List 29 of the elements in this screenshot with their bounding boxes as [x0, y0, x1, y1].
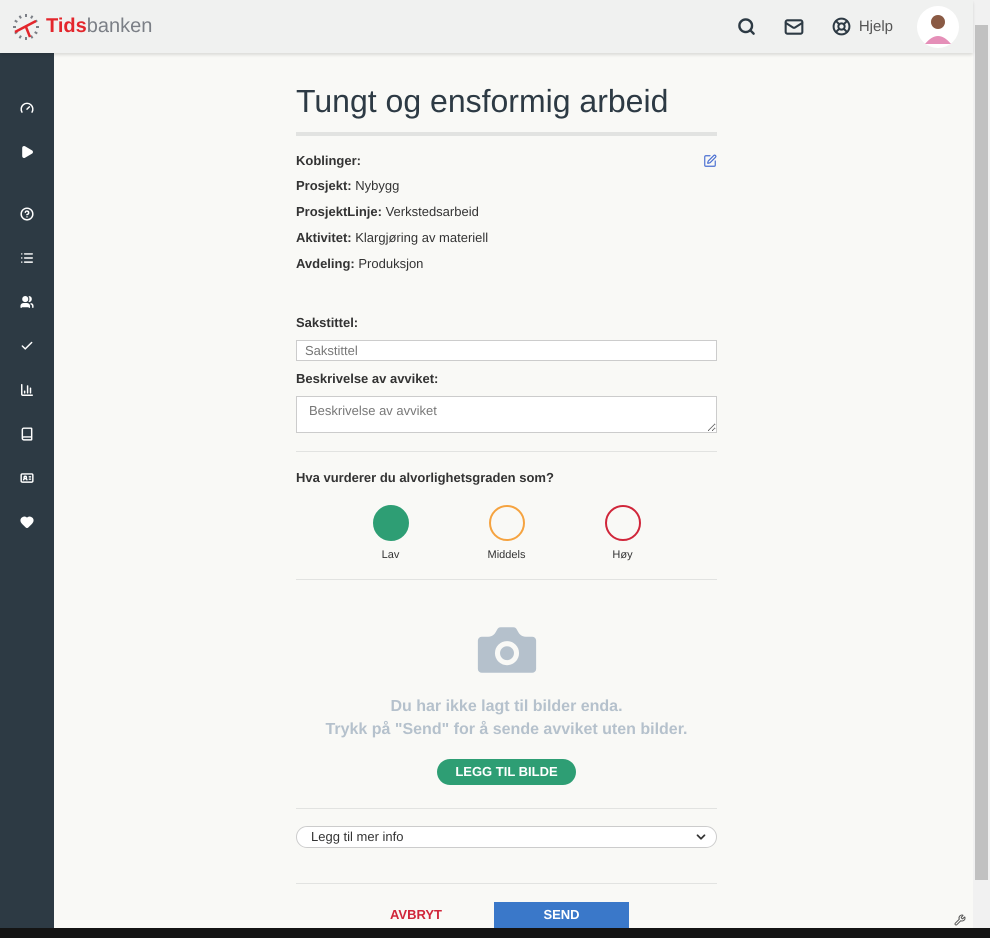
- send-button[interactable]: SEND: [494, 902, 629, 928]
- edit-icon[interactable]: [703, 154, 717, 168]
- search-button[interactable]: [736, 17, 756, 36]
- mail-button[interactable]: [784, 16, 804, 36]
- field-label: Beskrivelse av avviket:: [296, 370, 440, 386]
- link-detail: Aktivitet: Klargjøring av materiell: [296, 230, 490, 246]
- link-detail: Avdeling: Produksjon: [296, 256, 424, 272]
- severity-option[interactable]: Middels: [478, 504, 536, 561]
- avatar[interactable]: [917, 6, 959, 48]
- lifebuoy-icon: [832, 17, 851, 36]
- more-info-dropdown[interactable]: Legg til mer info: [296, 826, 717, 848]
- link-detail: ProsjektLinje: Verkstedsarbeid: [296, 204, 480, 220]
- severity-option[interactable]: Høy: [594, 504, 652, 561]
- brand-name: Tidsbanken: [46, 15, 152, 38]
- clock-logo-icon: [12, 12, 40, 40]
- empty-hint: Trykk på "Send" for å sende avviket uten bilder.: [326, 720, 688, 739]
- scrollbar[interactable]: [973, 0, 990, 928]
- help-button[interactable]: Hjelp: [832, 17, 893, 36]
- empty-message: Du har ikke lagt til bilder enda.: [390, 698, 623, 716]
- severity-question: Hva vurderer du alvorlighetsgraden som?: [296, 470, 555, 485]
- wrench-icon[interactable]: [954, 914, 966, 926]
- case-title-field[interactable]: Sakstittel: [296, 340, 717, 361]
- severity-option[interactable]: Lav: [362, 504, 420, 561]
- page-title: Tungt og ensformig arbeid: [296, 83, 717, 136]
- links-heading: Koblinger:: [296, 153, 361, 168]
- link-detail: Prosjekt: Nybygg: [296, 178, 400, 194]
- description-field[interactable]: Beskrivelse av avviket: [296, 396, 717, 433]
- field-label: Sakstittel:: [296, 315, 360, 330]
- cancel-button[interactable]: AVBRYT: [384, 906, 448, 924]
